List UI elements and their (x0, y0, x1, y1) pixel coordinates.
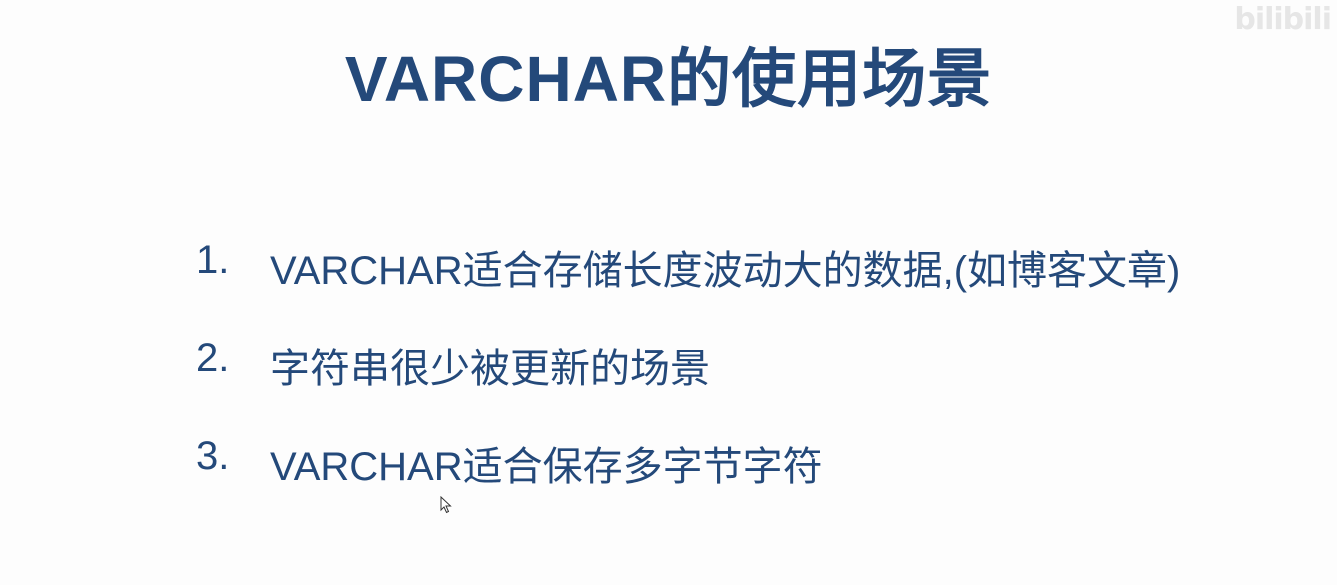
slide-title: VARCHAR的使用场景 (344, 43, 993, 115)
list-item-text: 字符串很少被更新的场景 (270, 347, 710, 391)
list-item: 2. 字符串很少被更新的场景 (196, 336, 1296, 434)
list-item-text: VARCHAR适合存储长度波动大的数据,(如博客文章) (270, 249, 1181, 293)
list-item: 3. VARCHAR适合保存多字节字符 (196, 434, 1296, 532)
list-item-text: VARCHAR适合保存多字节字符 (270, 445, 823, 489)
mouse-pointer-icon (440, 496, 452, 514)
list-item-number: 3. (196, 434, 230, 478)
list-item: 1. VARCHAR适合存储长度波动大的数据,(如博客文章) (196, 238, 1296, 336)
list-item-number: 2. (196, 336, 230, 380)
presentation-slide: bilibili VARCHAR的使用场景 1. VARCHAR适合存储长度波动… (0, 0, 1337, 585)
list-item-number: 1. (196, 238, 230, 282)
bullet-list: 1. VARCHAR适合存储长度波动大的数据,(如博客文章) 2. 字符串很少被… (196, 238, 1296, 532)
